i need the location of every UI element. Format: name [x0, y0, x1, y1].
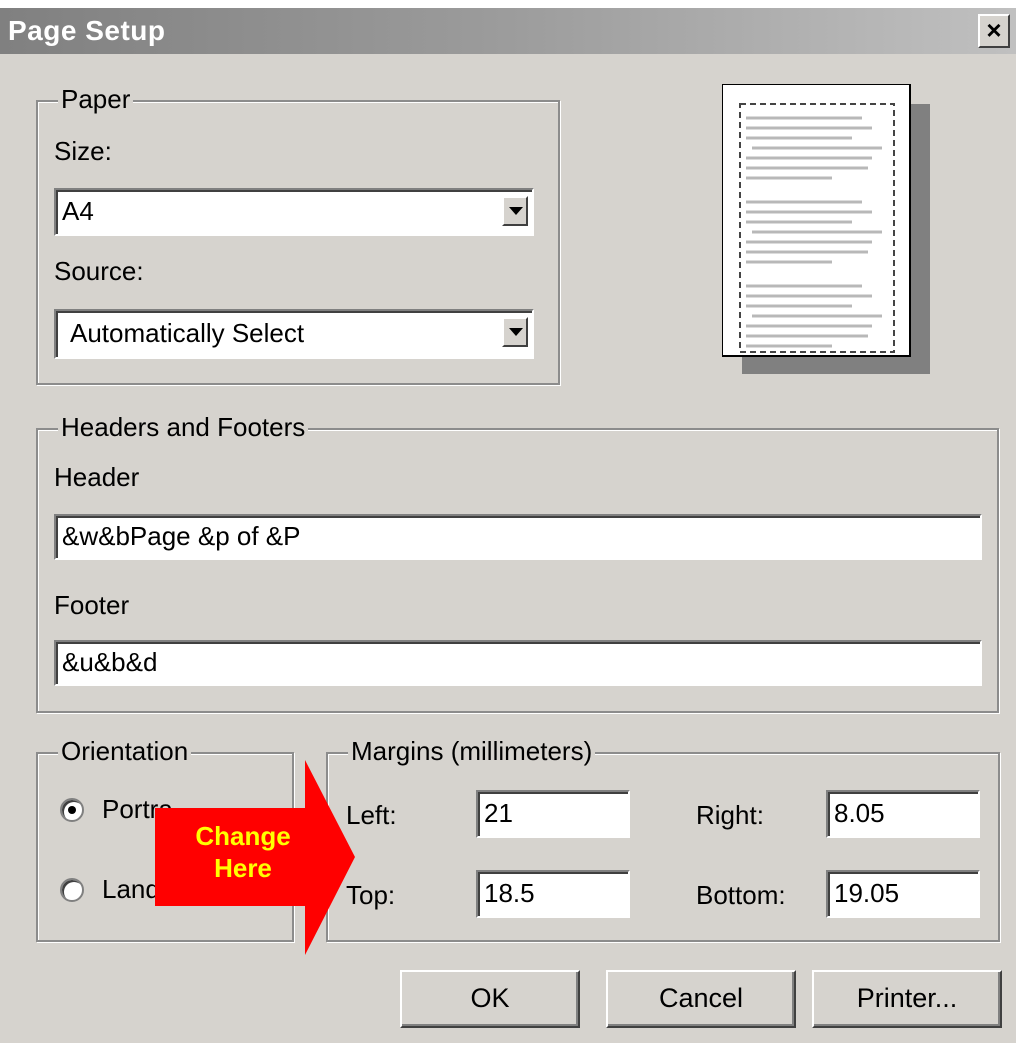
right-margin-input[interactable]: 8.05 — [826, 790, 980, 838]
source-label: Source: — [54, 256, 144, 286]
page-preview — [722, 84, 930, 374]
margins-group: Margins (millimeters) Left: 21 Right: 8.… — [326, 736, 1000, 942]
source-select[interactable]: Automatically Select — [54, 309, 534, 359]
landscape-label[interactable]: Land — [102, 874, 160, 905]
header-label: Header — [54, 462, 140, 492]
bottom-margin-input[interactable]: 19.05 — [826, 870, 980, 918]
size-label: Size: — [54, 136, 112, 166]
footer-label: Footer — [54, 590, 130, 620]
ok-button[interactable]: OK — [400, 970, 580, 1028]
printer-button[interactable]: Printer... — [812, 970, 1002, 1028]
size-select[interactable]: A4 — [54, 188, 534, 236]
header-input[interactable]: &w&bPage &p of &P — [54, 514, 982, 560]
paper-legend: Paper — [58, 84, 134, 115]
landscape-radio[interactable] — [60, 878, 84, 902]
window-title: Page Setup — [8, 15, 166, 46]
callout-text: Change Here — [168, 820, 318, 884]
paper-group: Paper Size: A4 Source: Automatically Sel… — [36, 84, 560, 385]
title-bar[interactable]: Page Setup × — [0, 8, 1016, 54]
callout-line-1: Change — [195, 821, 291, 851]
headers-footers-group: Headers and Footers Header &w&bPage &p o… — [36, 412, 999, 713]
left-margin-input[interactable]: 21 — [476, 790, 630, 838]
close-button[interactable]: × — [978, 14, 1010, 48]
bottom-margin-label: Bottom: — [696, 880, 786, 910]
portrait-radio[interactable] — [60, 798, 84, 822]
page-setup-dialog: Page Setup × Paper Size: A4 Source: Auto… — [0, 8, 1016, 1043]
callout-line-2: Here — [214, 853, 272, 883]
margins-legend: Margins (millimeters) — [348, 736, 596, 767]
headers-footers-legend: Headers and Footers — [58, 412, 309, 443]
right-margin-label: Right: — [696, 800, 764, 830]
size-dropdown-arrow-icon[interactable] — [502, 196, 528, 226]
top-margin-input[interactable]: 18.5 — [476, 870, 630, 918]
source-select-value: Automatically Select — [70, 318, 305, 348]
footer-input[interactable]: &u&b&d — [54, 640, 982, 686]
size-select-value: A4 — [62, 196, 94, 226]
source-dropdown-arrow-icon[interactable] — [502, 317, 528, 347]
cancel-button[interactable]: Cancel — [606, 970, 796, 1028]
